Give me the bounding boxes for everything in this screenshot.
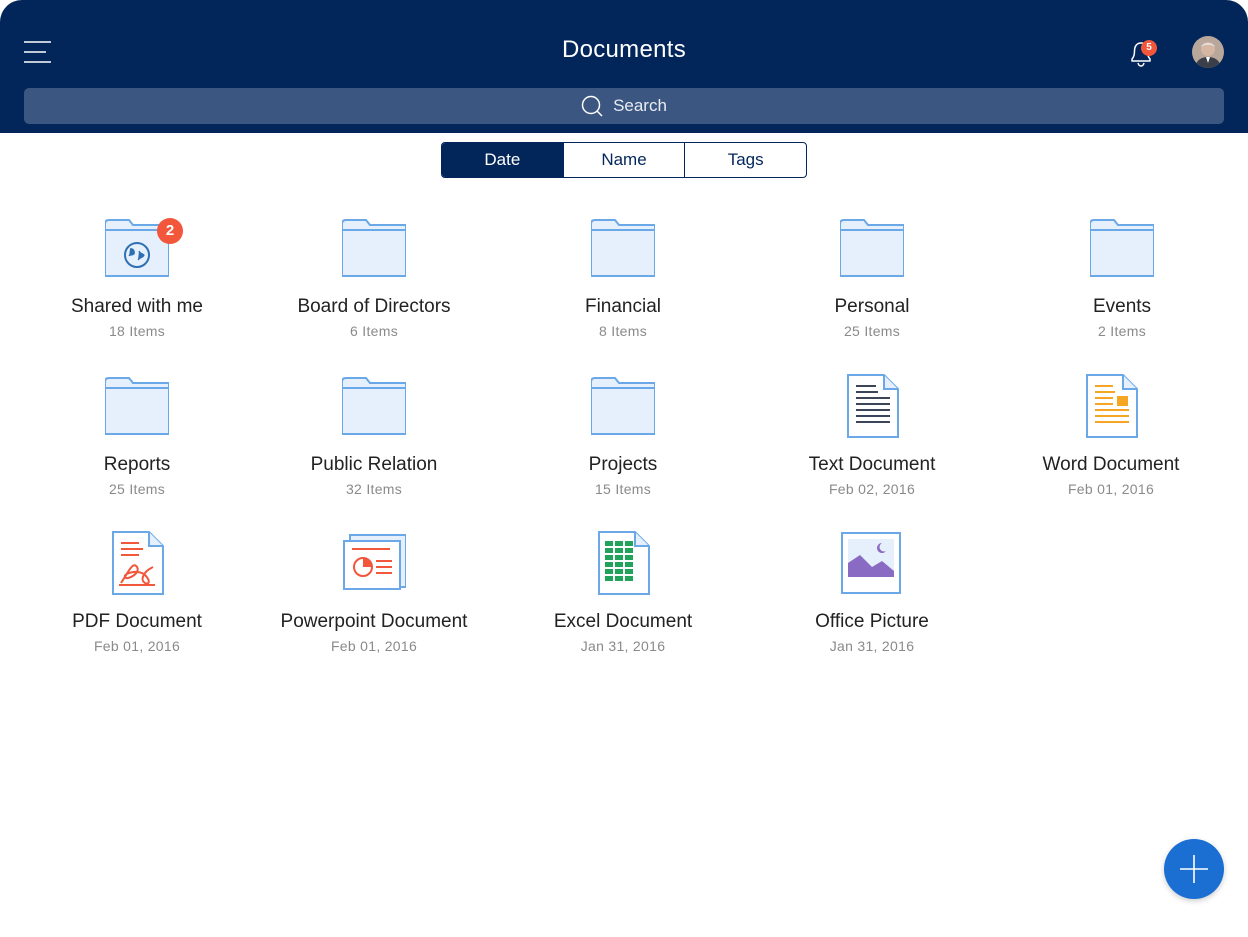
sort-segmented-control: Date Name Tags xyxy=(441,142,807,178)
add-button[interactable] xyxy=(1164,839,1224,899)
folder-icon xyxy=(1090,219,1154,277)
user-avatar[interactable] xyxy=(1192,36,1224,68)
item-name: PDF Document xyxy=(72,611,202,632)
page-title: Documents xyxy=(561,36,687,63)
item-name: Word Document xyxy=(1042,454,1180,475)
item-name: Shared with me xyxy=(70,296,203,317)
item-subtitle: 32 Items xyxy=(345,481,403,497)
search-bar[interactable]: Search xyxy=(24,88,1224,124)
top-bar: Documents 5 Search xyxy=(0,0,1248,133)
pdf-document-icon xyxy=(112,531,164,595)
folder-icon xyxy=(342,219,406,277)
excel-document-icon xyxy=(598,531,650,595)
item-name: Public Relation xyxy=(310,454,438,475)
shared-count-badge: 2 xyxy=(157,218,183,244)
item-subtitle: Jan 31, 2016 xyxy=(829,638,915,654)
text-document-icon xyxy=(847,374,899,438)
word-document-icon xyxy=(1086,374,1138,438)
item-subtitle: Jan 31, 2016 xyxy=(580,638,666,654)
item-name: Board of Directors xyxy=(297,296,451,317)
item-subtitle: 8 Items xyxy=(598,323,647,339)
item-name: Financial xyxy=(584,296,662,317)
item-subtitle: Feb 01, 2016 xyxy=(93,638,181,654)
folder-icon xyxy=(591,377,655,435)
item-subtitle: 25 Items xyxy=(108,481,166,497)
folder-icon xyxy=(591,219,655,277)
item-subtitle: 2 Items xyxy=(1097,323,1146,339)
item-name: Reports xyxy=(103,454,171,475)
folder-icon xyxy=(342,377,406,435)
item-subtitle: 15 Items xyxy=(594,481,652,497)
picture-icon xyxy=(841,532,901,594)
sort-tab-tags[interactable]: Tags xyxy=(684,143,806,177)
item-name: Events xyxy=(1092,296,1152,317)
item-subtitle: 6 Items xyxy=(349,323,398,339)
item-name: Powerpoint Document xyxy=(280,611,468,632)
powerpoint-document-icon xyxy=(343,534,406,590)
item-name: Projects xyxy=(588,454,658,475)
search-placeholder: Search xyxy=(613,96,667,115)
item-subtitle: Feb 02, 2016 xyxy=(828,481,916,497)
item-subtitle: 18 Items xyxy=(108,323,166,339)
item-name: Personal xyxy=(834,296,910,317)
sort-tab-date[interactable]: Date xyxy=(442,143,563,177)
folder-icon xyxy=(105,377,169,435)
sort-tab-name[interactable]: Name xyxy=(562,143,685,177)
item-subtitle: 25 Items xyxy=(843,323,901,339)
search-icon xyxy=(581,95,603,117)
item-name: Office Picture xyxy=(815,611,929,632)
item-name: Excel Document xyxy=(553,611,693,632)
item-name: Text Document xyxy=(808,454,936,475)
item-subtitle: Feb 01, 2016 xyxy=(330,638,418,654)
app-frame: Documents 5 Search Date Name Tags Shared… xyxy=(0,0,1248,937)
item-subtitle: Feb 01, 2016 xyxy=(1067,481,1155,497)
folder-icon xyxy=(840,219,904,277)
plus-icon xyxy=(1180,855,1208,883)
notification-count-badge: 5 xyxy=(1141,40,1157,56)
